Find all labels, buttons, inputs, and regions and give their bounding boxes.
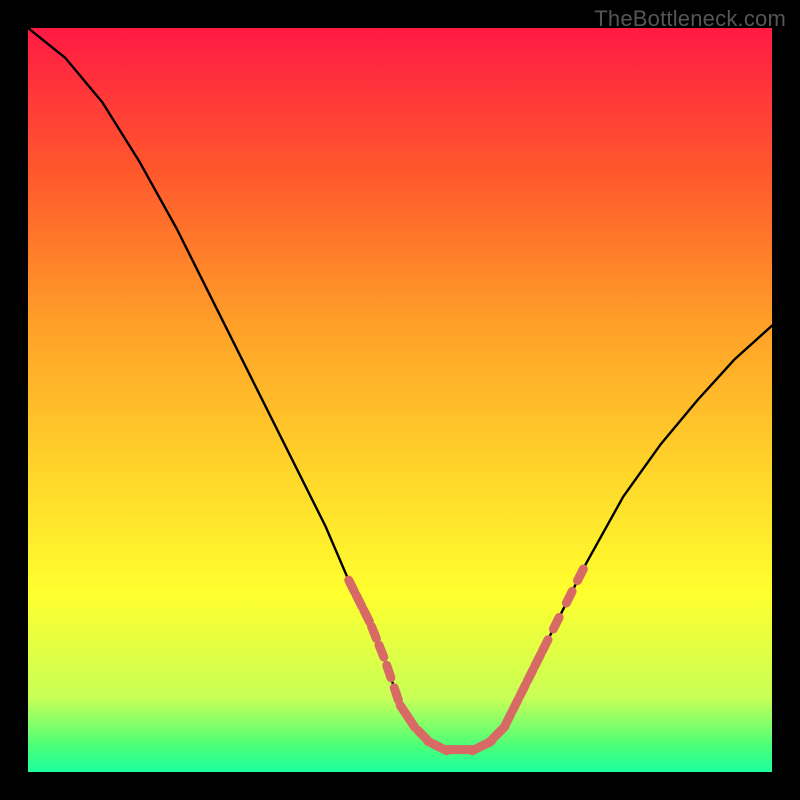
bottleneck-chart [28, 28, 772, 772]
gradient-background [28, 28, 772, 772]
chart-frame [28, 28, 772, 772]
